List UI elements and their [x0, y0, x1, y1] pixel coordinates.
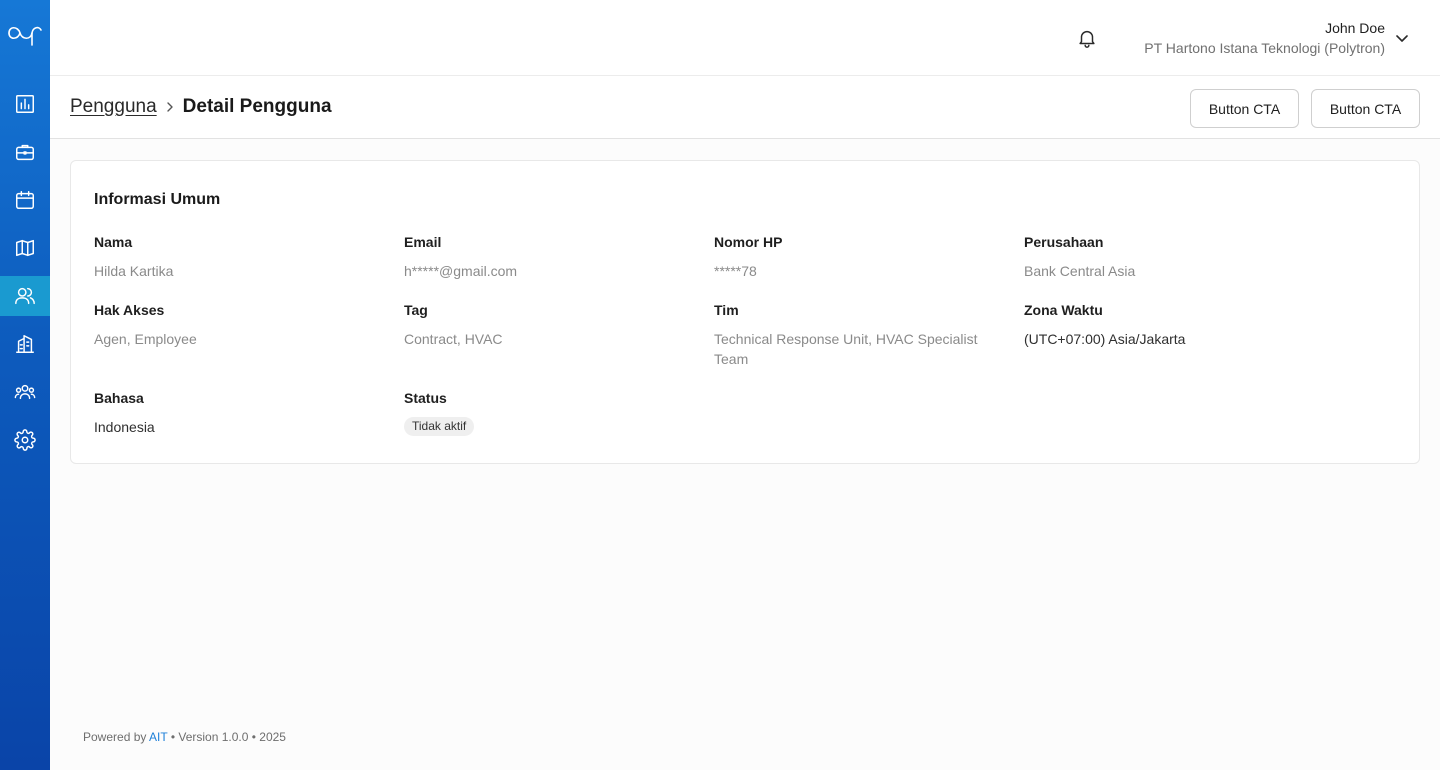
- cta-button-1[interactable]: Button CTA: [1190, 89, 1299, 128]
- breadcrumb-parent-link[interactable]: Pengguna: [70, 96, 157, 118]
- field-nomor-hp: Nomor HP *****78: [714, 233, 1004, 281]
- footer-version: • Version 1.0.0 • 2025: [167, 730, 286, 744]
- sidebar-item-jobs[interactable]: [0, 132, 50, 172]
- field-label: Zona Waktu: [1024, 302, 1103, 318]
- sidebar-item-teams[interactable]: [0, 372, 50, 412]
- field-value: *****78: [714, 263, 757, 279]
- user-menu[interactable]: John Doe PT Hartono Istana Teknologi (Po…: [1144, 19, 1385, 58]
- field-perusahaan: Perusahaan Bank Central Asia: [1024, 233, 1314, 281]
- footer-brand-link[interactable]: AIT: [149, 730, 167, 744]
- field-tag: Tag Contract, HVAC: [404, 301, 694, 349]
- field-label: Perusahaan: [1024, 234, 1104, 250]
- page-header: Pengguna Detail Pengguna Button CTA Butt…: [50, 76, 1440, 139]
- sidebar-item-map[interactable]: [0, 228, 50, 268]
- field-hak-akses: Hak Akses Agen, Employee: [94, 301, 384, 349]
- field-label: Email: [404, 234, 442, 250]
- top-bar: John Doe PT Hartono Istana Teknologi (Po…: [50, 0, 1440, 76]
- calendar-icon: [16, 191, 34, 209]
- sidebar-item-users[interactable]: [0, 276, 50, 316]
- field-value: Bank Central Asia: [1024, 263, 1136, 279]
- map-icon: [16, 239, 34, 257]
- sidebar-item-dashboard[interactable]: [0, 84, 50, 124]
- field-label: Status: [404, 390, 447, 406]
- app-logo[interactable]: [6, 18, 44, 48]
- field-status: Status Tidak aktif: [404, 389, 694, 436]
- field-label: Tim: [714, 302, 739, 318]
- field-label: Tag: [404, 302, 428, 318]
- field-label: Nomor HP: [714, 234, 783, 250]
- field-value: (UTC+07:00) Asia/Jakarta: [1024, 331, 1186, 347]
- briefcase-icon: [16, 144, 34, 161]
- cta-button-2[interactable]: Button CTA: [1311, 89, 1420, 128]
- status-badge: Tidak aktif: [404, 417, 475, 436]
- sidebar-item-calendar[interactable]: [0, 180, 50, 220]
- sidebar-item-settings[interactable]: [0, 420, 50, 460]
- field-value: Contract, HVAC: [404, 331, 503, 347]
- field-label: Hak Akses: [94, 302, 165, 318]
- sidebar: [0, 0, 50, 770]
- gear-icon: [14, 429, 36, 451]
- field-nama: Nama Hilda Kartika: [94, 233, 384, 281]
- field-tim: Tim Technical Response Unit, HVAC Specia…: [714, 301, 999, 369]
- chevron-right-icon: [166, 102, 173, 112]
- page-title: Detail Pengguna: [182, 96, 332, 117]
- chart-icon: [16, 95, 34, 113]
- user-company: PT Hartono Istana Teknologi (Polytron): [1144, 40, 1385, 56]
- footer: Powered by AIT • Version 1.0.0 • 2025: [83, 730, 286, 744]
- field-bahasa: Bahasa Indonesia: [94, 389, 384, 437]
- field-label: Nama: [94, 234, 133, 250]
- sidebar-item-buildings[interactable]: [0, 324, 50, 364]
- field-label: Bahasa: [94, 390, 144, 406]
- users-icon: [15, 287, 35, 305]
- breadcrumb: Pengguna Detail Pengguna: [70, 96, 332, 118]
- field-value: h*****@gmail.com: [404, 263, 518, 279]
- field-zona-waktu: Zona Waktu (UTC+07:00) Asia/Jakarta: [1024, 301, 1314, 349]
- building-icon: [16, 335, 34, 353]
- team-icon: [14, 384, 36, 400]
- field-value: Technical Response Unit, HVAC Specialist…: [714, 331, 978, 367]
- card-title: Informasi Umum: [94, 191, 221, 208]
- field-value: Agen, Employee: [94, 331, 197, 347]
- general-info-card: Informasi Umum Nama Hilda Kartika Email …: [70, 160, 1420, 464]
- chevron-down-icon[interactable]: [1392, 30, 1412, 48]
- user-name: John Doe: [1325, 20, 1385, 36]
- footer-powered-by: Powered by: [83, 730, 150, 744]
- field-value: Hilda Kartika: [94, 263, 174, 279]
- field-email: Email h*****@gmail.com: [404, 233, 694, 281]
- notification-bell-icon[interactable]: [1076, 27, 1098, 49]
- field-value: Indonesia: [94, 419, 155, 435]
